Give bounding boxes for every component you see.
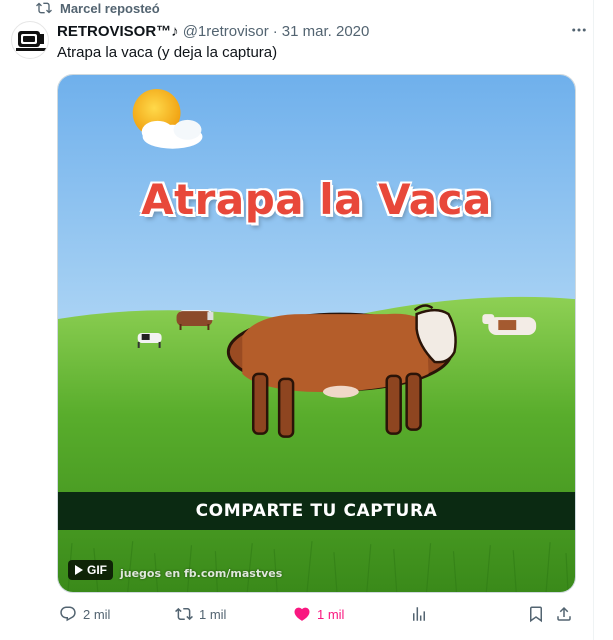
views-icon	[413, 607, 425, 621]
repost-context[interactable]: Marcel reposteó	[36, 0, 160, 16]
play-icon	[75, 565, 83, 575]
more-button[interactable]	[565, 18, 593, 42]
tweet-actions: 2 mil 1 mil 1 mil	[57, 602, 587, 626]
display-name[interactable]: RETROVISOR™♪	[57, 23, 179, 40]
repost-icon	[175, 607, 193, 621]
bookmark-button[interactable]	[527, 605, 545, 623]
share-icon	[557, 606, 571, 621]
header-separator: ·	[272, 22, 278, 40]
like-count: 1 mil	[317, 606, 345, 622]
repost-count: 1 mil	[199, 606, 227, 622]
reply-count: 2 mil	[83, 606, 111, 622]
tweet-header: RETROVISOR™♪ @1retrovisor · 31 mar. 2020	[57, 21, 553, 41]
retrovisor-logo	[16, 31, 46, 51]
like-button[interactable]: 1 mil	[293, 605, 344, 623]
bookmark-icon	[530, 606, 542, 623]
tweet-text: Atrapa la vaca (y deja la captura)	[57, 44, 278, 61]
gif-watermark: juegos en fb.com/mastves	[120, 567, 283, 580]
tweet-date[interactable]: 31 mar. 2020	[282, 23, 370, 40]
gif-banner: COMPARTE TU CAPTURA	[58, 492, 575, 530]
user-handle[interactable]: @1retrovisor	[183, 23, 269, 40]
repost-button[interactable]: 1 mil	[175, 605, 226, 623]
reply-button[interactable]: 2 mil	[59, 605, 110, 623]
avatar[interactable]	[11, 21, 49, 59]
gif-title: Atrapa la Vaca	[141, 175, 492, 224]
heart-icon	[294, 607, 310, 621]
share-button[interactable]	[555, 605, 573, 623]
views-button[interactable]	[410, 605, 428, 623]
gif-play-badge[interactable]: GIF	[68, 560, 113, 580]
more-icon	[572, 28, 586, 32]
gif-label: GIF	[87, 563, 107, 577]
gif-banner-text: COMPARTE TU CAPTURA	[195, 501, 438, 521]
reply-icon	[60, 606, 76, 622]
repost-icon	[36, 2, 52, 14]
repost-label: Marcel reposteó	[60, 0, 160, 16]
tweet-media-gif[interactable]: Atrapa la Vaca COMPARTE TU CAPTURA GIF j…	[57, 74, 576, 593]
timeline-border	[593, 0, 594, 640]
